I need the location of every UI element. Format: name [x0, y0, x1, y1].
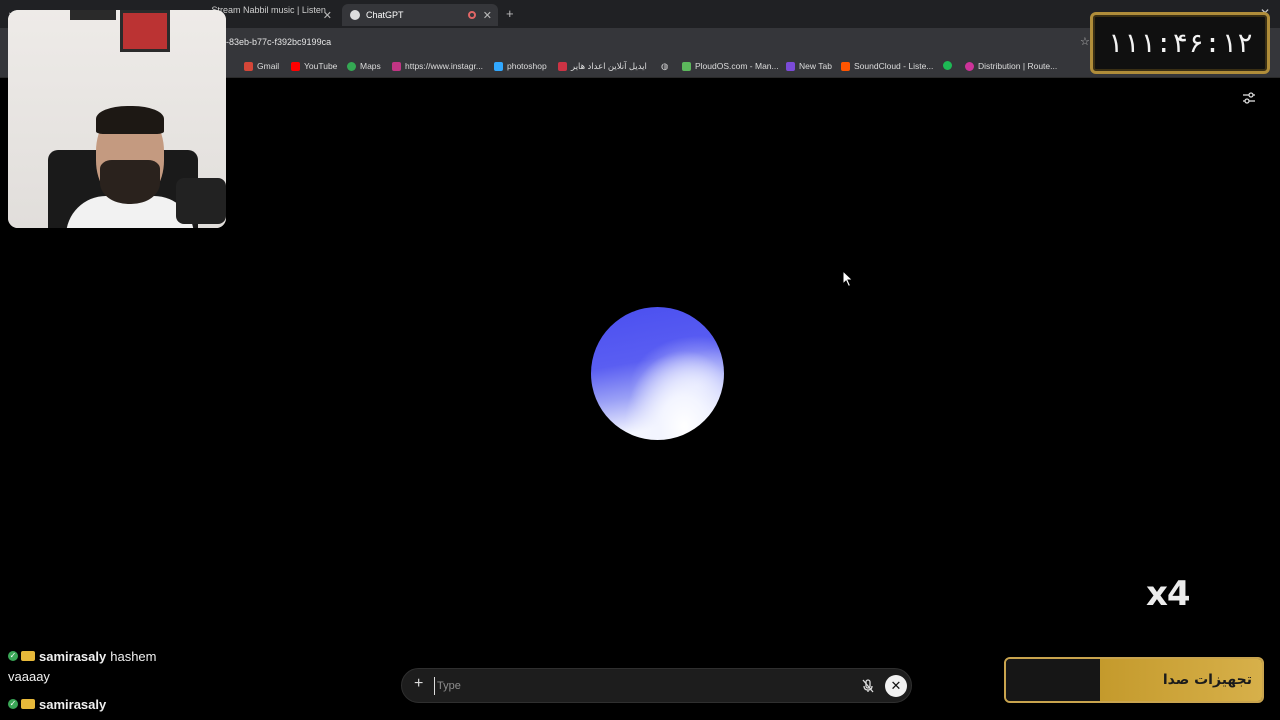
sponsor-banner: تجهیزات صدا — [1004, 657, 1264, 703]
chat-message: vaaaay — [8, 669, 50, 684]
add-attachment-button[interactable]: + — [414, 675, 423, 693]
distribution-icon — [965, 61, 974, 71]
close-tab-icon[interactable]: ✕ — [323, 9, 332, 22]
webcam-overlay — [8, 10, 226, 228]
bookmark-gmail[interactable]: Gmail — [244, 61, 279, 71]
bookmark-youtube[interactable]: YouTube — [291, 61, 337, 71]
bookmark-new-tab[interactable]: New Tab — [786, 61, 832, 71]
bookmark-soundcloud[interactable]: SoundCloud - Liste... — [841, 61, 933, 71]
chat-message: ✓ samirasaly — [8, 694, 238, 714]
bookmark-instagram[interactable]: https://www.instagr... — [392, 61, 483, 71]
end-voice-button[interactable]: ✕ — [885, 675, 907, 697]
bookmark-ploudos[interactable]: PloudOS.com - Man... — [682, 61, 779, 71]
message-input[interactable] — [434, 677, 834, 695]
tab-label: Stream Nabbil music | Listen to — [211, 5, 326, 25]
crown-badge-icon — [21, 651, 35, 661]
multiplier-badge: x4 — [1146, 574, 1191, 614]
bookmark-persian[interactable]: ایدیل آنلاین اعداد هایر — [558, 61, 647, 72]
close-tab-icon[interactable]: ✕ — [483, 9, 492, 22]
bookmark-photoshop[interactable]: photoshop — [494, 61, 547, 71]
mouse-cursor-icon — [842, 270, 854, 288]
voice-input-bar: + ✕ — [401, 668, 912, 703]
new-tab-button[interactable]: + — [506, 6, 514, 21]
chat-message: ✓ samirasaly hashem — [8, 646, 238, 666]
newtab-icon — [786, 61, 795, 71]
instagram-icon — [392, 61, 401, 71]
verified-badge-icon: ✓ — [8, 699, 18, 709]
youtube-icon — [291, 61, 300, 71]
gmail-icon — [244, 61, 253, 71]
photoshop-icon — [494, 61, 503, 71]
bookmark-maps[interactable]: Maps — [347, 61, 381, 71]
globe-icon[interactable]: ◍ — [661, 61, 668, 72]
soundcloud-icon — [841, 61, 850, 71]
flag-icon — [558, 62, 567, 71]
chat-username: samirasaly — [39, 696, 107, 712]
banner-text: تجهیزات صدا — [1162, 672, 1252, 688]
bookmark-star-icon[interactable]: ☆ — [1080, 35, 1090, 48]
crown-badge-icon — [21, 699, 35, 709]
chat-username: samirasaly — [39, 648, 107, 664]
voice-mode-orb — [591, 307, 724, 440]
stream-timer: ۱۱۱:۴۶:۱۲ — [1090, 12, 1270, 74]
chat-text: hashem — [110, 648, 157, 664]
voice-settings-icon[interactable] — [1240, 90, 1258, 106]
maps-icon — [347, 61, 356, 71]
tab-label: ChatGPT — [366, 10, 404, 20]
ploudos-icon — [682, 61, 691, 71]
recording-icon — [468, 11, 476, 19]
chatgpt-tab-icon — [350, 10, 360, 20]
tab-chatgpt[interactable]: ChatGPT ✕ — [342, 4, 498, 26]
spotify-icon[interactable] — [943, 61, 956, 70]
timer-value: ۱۱۱:۴۶:۱۲ — [1106, 27, 1254, 59]
mic-muted-icon[interactable] — [860, 678, 876, 694]
url-text[interactable]: -83eb-b77c-f392bc9199ca — [226, 37, 331, 47]
verified-badge-icon: ✓ — [8, 651, 18, 661]
stream-chat: ✓ samirasaly hashem vaaaay ✓ samirasaly — [8, 646, 238, 714]
bookmark-distribution[interactable]: Distribution | Route... — [965, 61, 1057, 71]
